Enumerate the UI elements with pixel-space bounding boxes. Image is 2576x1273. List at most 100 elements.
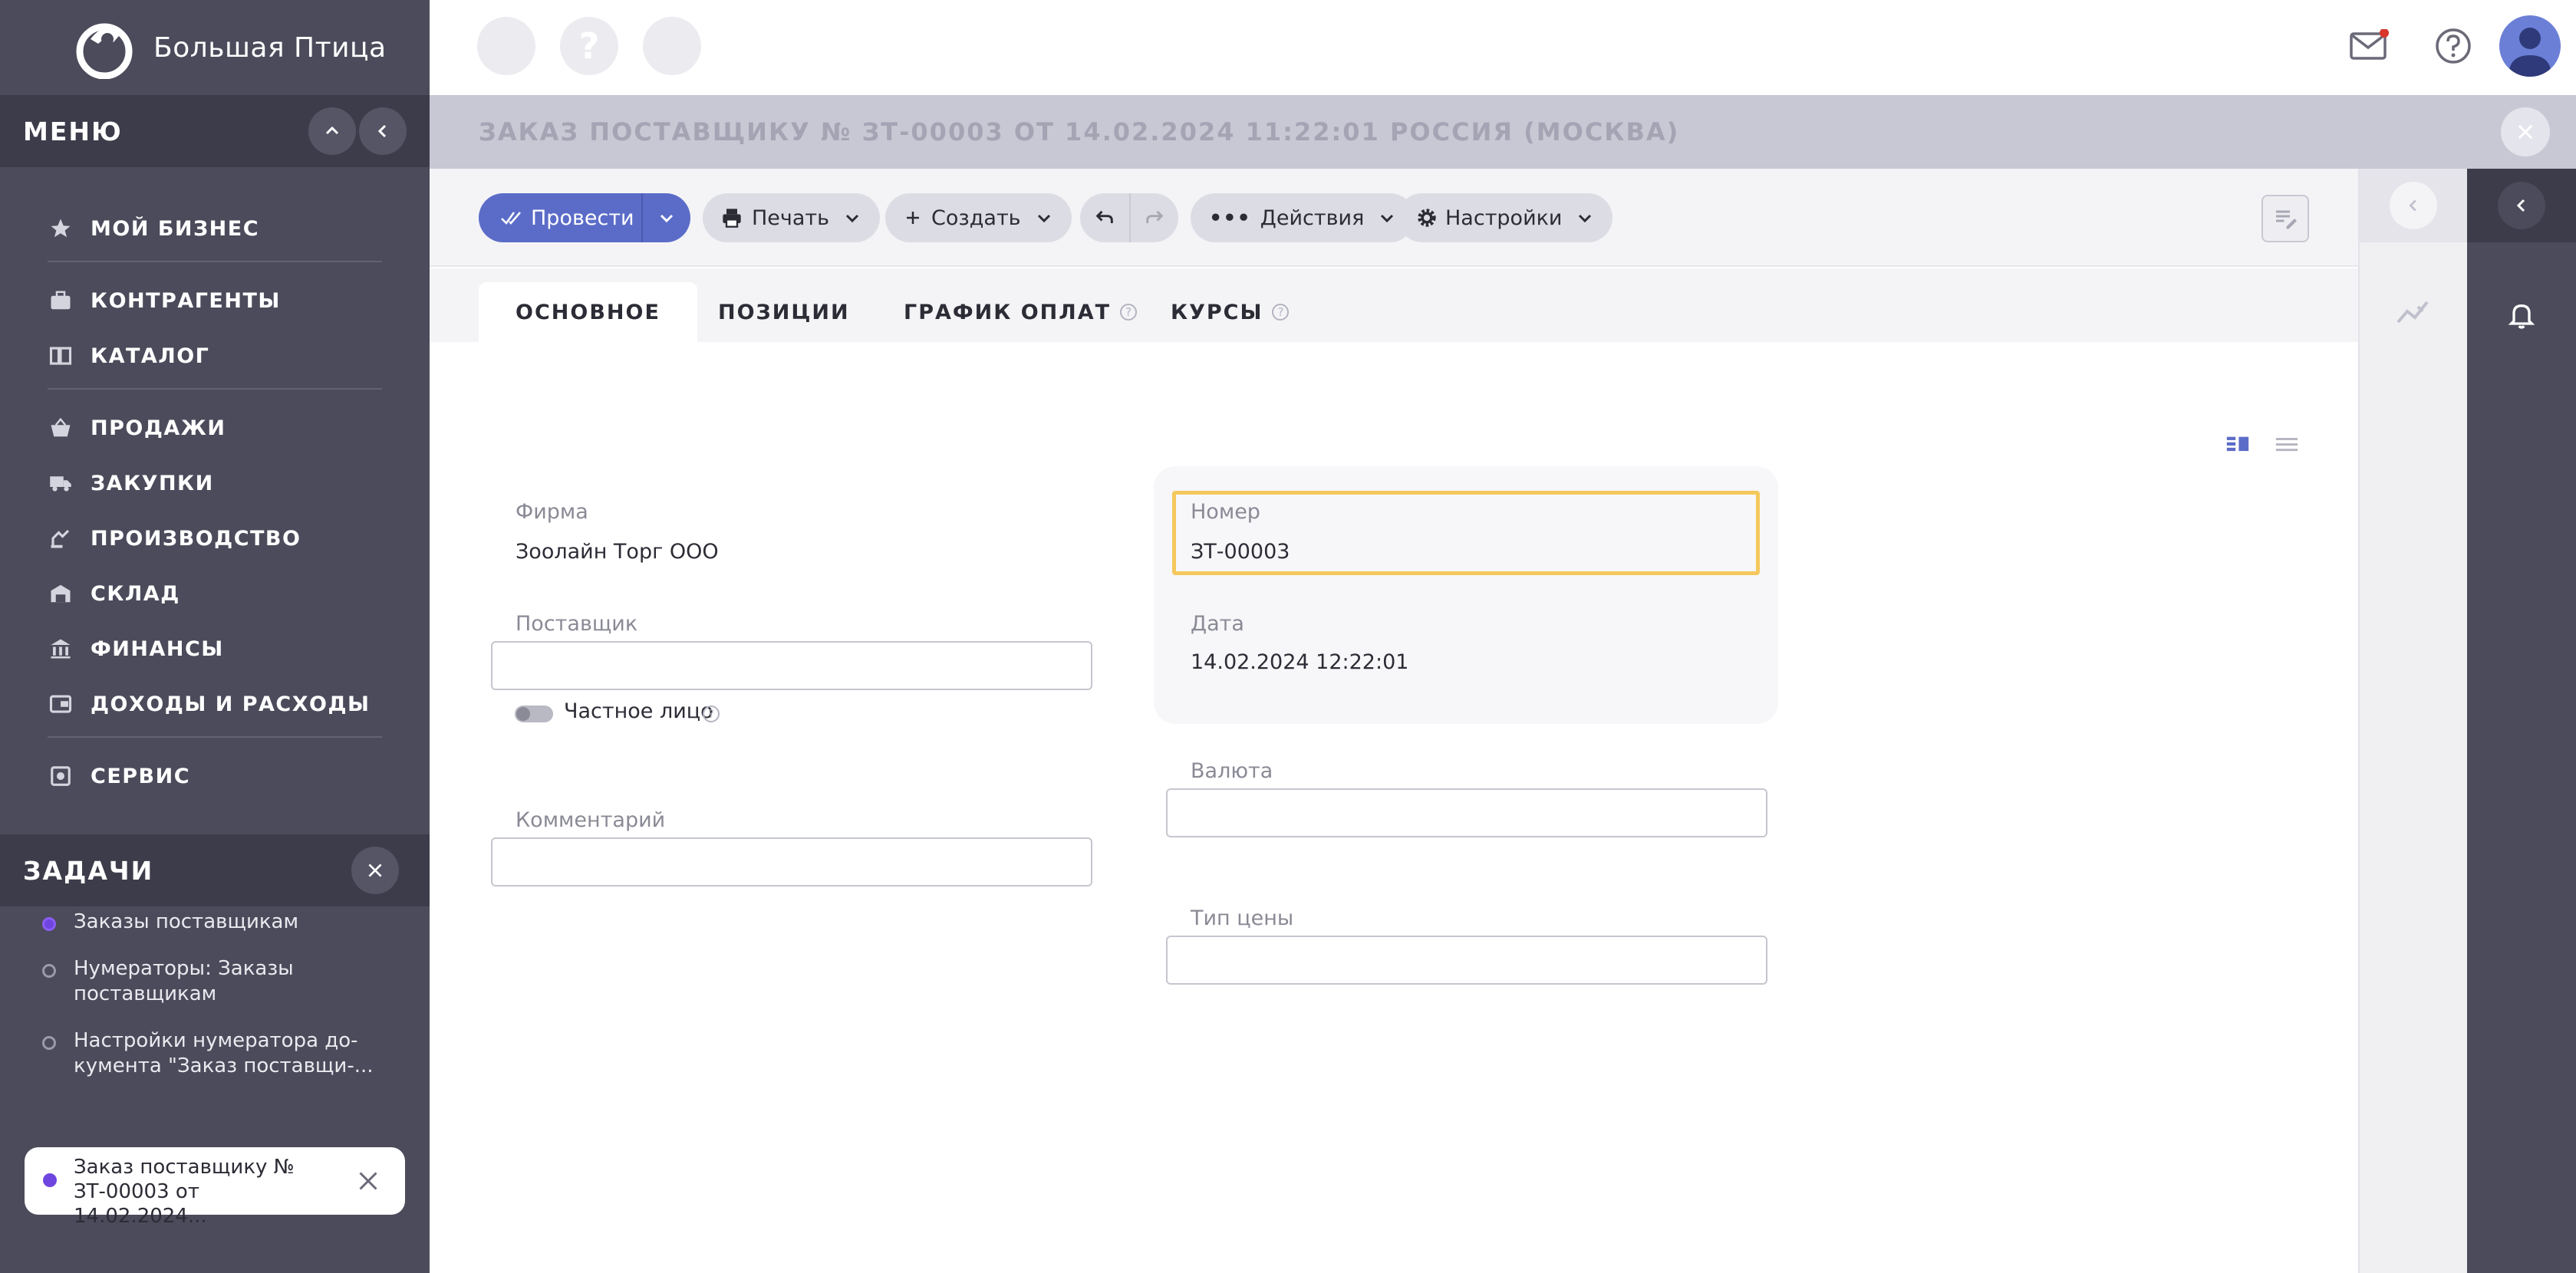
bank-icon [48,636,74,662]
print-button[interactable]: Печать [703,193,881,242]
two-column-view-icon[interactable] [2225,433,2251,459]
private-person-label: Частное лицо [564,699,713,723]
active-task-item[interactable]: Заказ поставщику № ЗТ-00003 от 14.02.202… [25,1147,405,1228]
sidebar-item-label: ФИНАНСЫ [91,636,224,661]
settings-button-label: Настройки [1445,206,1563,230]
sidebar-item-production[interactable]: ПРОИЗВОДСТВО [48,511,382,566]
edit-note-button[interactable] [2261,195,2309,242]
basket-icon [48,415,74,441]
notifications-collapse-button[interactable] [2498,182,2545,229]
firm-value[interactable]: Зоолайн Торг ООО [516,540,719,564]
notifications-button[interactable] [2467,299,2576,333]
tasks-close-button[interactable] [351,847,399,894]
tab-label: ГРАФИК ОПЛАТ [904,300,1112,324]
printer-icon [723,209,741,228]
task-status-dot [42,917,56,931]
task-status-dot [42,1036,56,1050]
menu-divider [48,736,382,738]
service-icon [48,763,74,789]
sidebar-item-catalog[interactable]: КАТАЛОГ [48,328,382,383]
help-circle-icon [2436,28,2471,64]
user-avatar[interactable] [2499,15,2561,77]
trend-icon [2396,301,2429,324]
supplier-input[interactable] [491,641,1092,690]
post-button[interactable]: Провести [479,193,690,242]
create-button[interactable]: Создать [885,193,1072,242]
tab-label: ОСНОВНОЕ [516,300,660,324]
chevron-down-icon [660,214,674,223]
brand-logo[interactable]: Большая Птица [0,0,430,95]
task-item[interactable]: Нумераторы: Заказы поставщикам [0,956,430,1007]
task-item[interactable]: Заказы поставщикам [0,910,430,935]
tab-main[interactable]: ОСНОВНОЕ [479,282,697,342]
menu-title: МЕНЮ [23,116,123,146]
sidebar-item-label: КАТАЛОГ [91,344,210,368]
factory-icon [48,525,74,551]
sidebar-item-label: ЗАКУПКИ [91,471,214,495]
chevron-down-icon [846,214,859,223]
price-type-label: Тип цены [1191,906,1294,930]
menu-header: МЕНЮ [0,95,430,167]
form-content: Фирма Зоолайн Торг ООО Поставщик Частное… [430,342,2358,1273]
sidebar-item-finance[interactable]: ФИНАНСЫ [48,621,382,676]
sidebar: Большая Птица МЕНЮ МОЙ БИЗНЕС КОНТРАГЕНТ… [0,0,430,1273]
sidebar-hide-button[interactable] [359,107,407,155]
private-person-toggle[interactable] [515,706,553,722]
help-icon[interactable]: ? [1272,304,1290,321]
sidebar-item-my-business[interactable]: МОЙ БИЗНЕС [48,201,382,256]
tab-rates[interactable]: КУРСЫ ? [1134,282,1326,342]
undo-button[interactable] [1080,193,1129,242]
chevron-up-icon [325,126,339,135]
star-icon [48,215,74,242]
sidebar-item-income-expenses[interactable]: ДОХОДЫ И РАСХОДЫ [48,676,382,732]
sidebar-item-sales[interactable]: ПРОДАЖИ [48,400,382,456]
settings-button[interactable]: Настройки [1398,193,1613,242]
sidebar-item-warehouse[interactable]: СКЛАД [48,566,382,621]
menu-collapse-button[interactable] [308,107,356,155]
top-bar: ? [430,0,2576,95]
currency-label: Валюта [1191,759,1273,783]
mail-button[interactable] [2346,23,2392,69]
list-view-icon[interactable] [2274,433,2300,459]
date-value[interactable]: 14.02.2024 12:22:01 [1191,650,1408,674]
bell-icon [2508,304,2535,329]
top-help-button[interactable]: ? [560,17,618,75]
comment-input[interactable] [491,837,1092,886]
currency-input[interactable] [1166,788,1767,837]
top-placeholder-button[interactable] [643,17,701,75]
mail-icon [2350,29,2389,60]
task-item[interactable]: Настройки нумератора до-кумента "Заказ п… [0,1028,430,1079]
help-button[interactable] [2430,23,2476,69]
help-icon[interactable]: ? [703,706,720,722]
sidebar-item-counterparties[interactable]: КОНТРАГЕНТЫ [48,273,382,328]
comment-label: Комментарий [516,808,666,832]
supplier-label: Поставщик [516,612,638,636]
document-tabs: ОСНОВНОЕ ПОЗИЦИИ ГРАФИК ОПЛАТ ? КУРСЫ ? [430,268,2358,342]
sidebar-item-label: ПРОИЗВОДСТВО [91,526,301,551]
tab-payment-schedule[interactable]: ГРАФИК ОПЛАТ ? [867,282,1174,342]
sidebar-item-label: ПРОДАЖИ [91,416,226,440]
sidebar-item-purchases[interactable]: ЗАКУПКИ [48,456,382,511]
tab-label: ПОЗИЦИИ [718,300,850,324]
edit-note-icon [2276,210,2297,229]
tab-positions[interactable]: ПОЗИЦИИ [681,282,887,342]
create-button-label: Создать [931,206,1021,230]
document-toolbar: Провести Печать Создать ••• Действия Нас… [430,169,2358,267]
actions-button-label: Действия [1260,206,1365,230]
tasks-title: ЗАДАЧИ [23,855,154,886]
sidebar-item-service[interactable]: СЕРВИС [48,748,382,804]
sidebar-item-label: КОНТРАГЕНТЫ [91,288,281,313]
actions-button[interactable]: ••• Действия [1191,193,1415,242]
redo-icon [1146,210,1164,223]
redo-button[interactable] [1129,193,1178,242]
close-document-button[interactable] [2501,107,2550,156]
top-placeholder-button[interactable] [477,17,535,75]
close-task-icon[interactable] [354,1167,382,1195]
price-type-input[interactable] [1166,936,1767,985]
analytics-button[interactable] [2360,296,2467,327]
undo-icon [1095,210,1113,223]
post-dropdown-button[interactable] [641,193,690,242]
side-panel-header [2360,169,2467,242]
number-value[interactable]: ЗТ-00003 [1191,540,1290,564]
side-panel-back-button[interactable] [2390,182,2437,229]
